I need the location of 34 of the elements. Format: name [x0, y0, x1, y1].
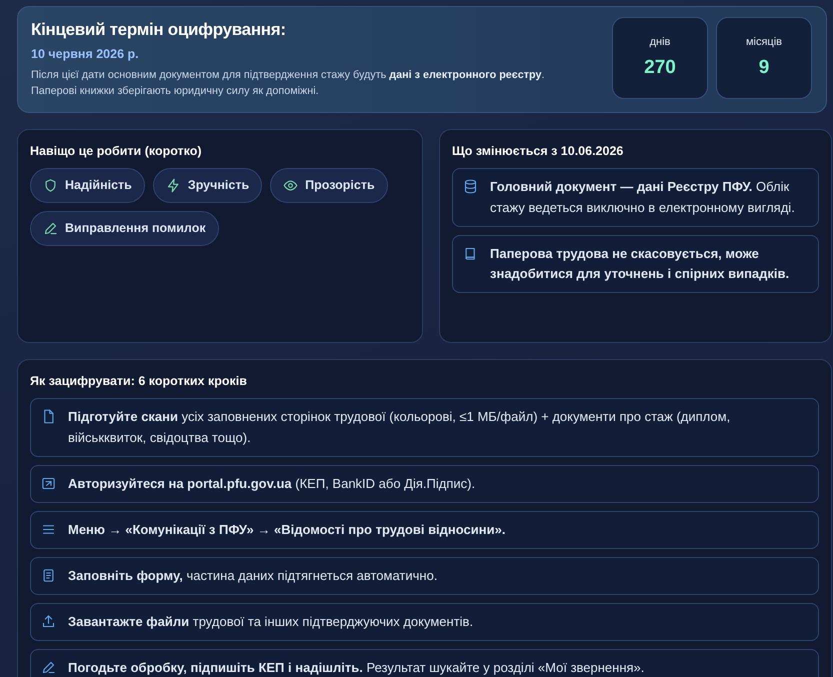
item-text: Погодьте обробку, підпишіть КЕП і надішліть. Результат шукайте у розділі «Мої звернення».	[68, 659, 644, 677]
item-text: Завантажте файли трудової та інших підтверджуючих документів.	[68, 613, 474, 632]
stat-label: місяців	[746, 34, 782, 50]
item-text: Паперова трудова не скасовується, може знадобитися для уточнень і спірних випадків.	[490, 244, 790, 283]
upload-icon	[41, 614, 56, 630]
panel-title: Як зацифрувати: 6 коротких кроків	[30, 372, 248, 390]
benefit-chip: Виправлення помилок	[30, 211, 219, 246]
banner-note: Паперові книжки зберігають юридичну силу як допоміжні.	[31, 84, 320, 100]
book-icon	[463, 246, 478, 261]
item-text: Підготуйте скани усіх заповнених сторінок трудової (кольорові, ≤1 МБ/файл) + документи про стаж (диплом, військквиток, свідоцтва тощо).	[68, 408, 732, 447]
lightning-icon	[166, 178, 181, 194]
deadline-date: 10 червня 2026 р.	[31, 46, 140, 63]
panel-title: Що змінюється з 10.06.2026	[452, 142, 624, 160]
benefit-chip: Зручність	[152, 168, 262, 204]
document-icon	[41, 409, 56, 424]
benefit-chip: Прозорість	[270, 168, 388, 204]
form-icon	[41, 568, 56, 583]
item-text: Меню → «Комунікації з ПФУ» → «Відомості про трудові відносини».	[68, 520, 506, 539]
database-icon	[463, 179, 478, 194]
login-icon	[41, 476, 56, 491]
banner-description: Після цієї дати основним документом для підтвердження стажу будуть дані з електронного реєстру.	[31, 68, 546, 84]
stat-value: 9	[758, 56, 770, 80]
panel-title: Навіщо це робити (коротко)	[30, 142, 203, 160]
pencil-icon	[41, 660, 56, 676]
item-text: Авторизуйтеся на portal.pfu.gov.ua (КЕП, BankID або Дія.Підпис).	[68, 474, 476, 493]
item-text: Головний документ — дані Реєстру ПФУ. Облік стажу ведеться виключно в електронному вигляді.	[490, 178, 796, 217]
benefit-chip: Надійність	[30, 168, 145, 204]
item-text: Заповніть форму, частина даних підтягнеться автоматично.	[68, 566, 438, 585]
stat-label: днів	[650, 34, 670, 50]
shield-icon	[43, 178, 58, 194]
eye-icon	[283, 178, 298, 194]
banner-title: Кінцевий термін оцифрування:	[31, 19, 287, 41]
pencil-icon	[43, 221, 58, 236]
stat-value: 270	[644, 56, 676, 80]
